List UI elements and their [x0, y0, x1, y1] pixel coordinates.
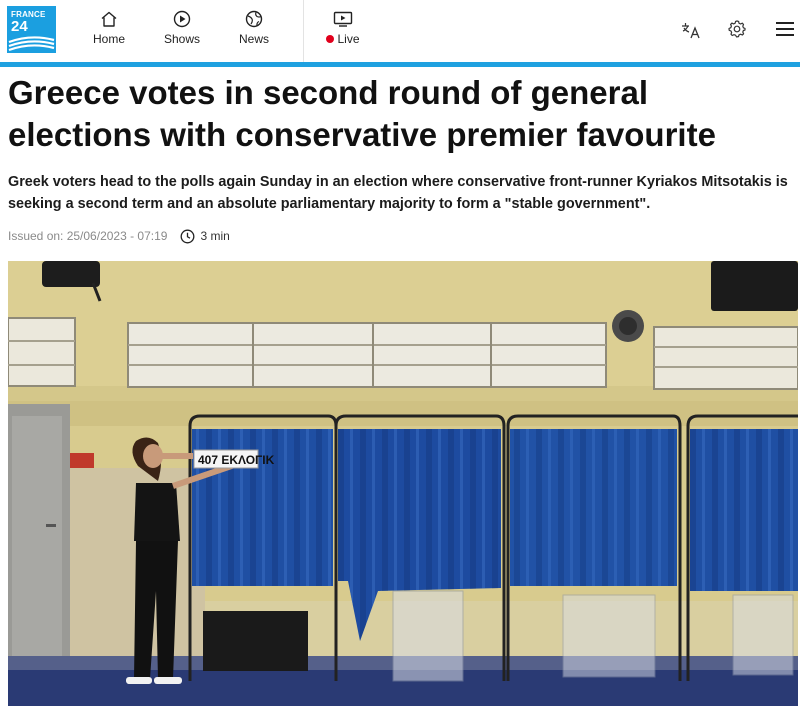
accent-rule: [0, 62, 800, 67]
article-hero-photo: 407 ΕΚΛΟΓΙΚ: [8, 261, 798, 706]
hamburger-menu-icon[interactable]: [776, 21, 794, 37]
nav-shows-label: Shows: [163, 32, 201, 46]
home-icon: [101, 11, 117, 27]
nav-live[interactable]: Live: [326, 10, 360, 50]
nav-live-label: Live: [326, 32, 360, 46]
ballot-boxes: [392, 590, 794, 682]
play-circle-icon: [173, 10, 191, 28]
read-time-value: 3 min: [200, 229, 230, 243]
nav-shows[interactable]: Shows: [163, 10, 201, 50]
nav-news-label: News: [238, 32, 269, 46]
france24-logo[interactable]: FRANCE 24: [7, 6, 56, 53]
nav-news[interactable]: News: [238, 10, 270, 50]
article-standfirst: Greek voters head to the polls again Sun…: [8, 174, 788, 212]
nav-home-label: Home: [92, 32, 125, 46]
top-navigation: FRANCE 24 Home Shows News Live: [0, 0, 800, 62]
nav-divider: [303, 0, 304, 62]
issued-date: Issued on: 25/06/2023 - 07:19: [8, 229, 168, 243]
live-indicator-dot: [326, 35, 335, 43]
settings-gear-icon[interactable]: [727, 19, 747, 39]
globe-icon: [245, 10, 263, 28]
booth-curtains: [192, 429, 798, 641]
article-headline: Greece votes in second round of general …: [8, 74, 716, 153]
tv-icon: [333, 11, 353, 27]
speaker: [711, 261, 798, 311]
clock-icon: [181, 229, 195, 243]
language-icon[interactable]: [680, 19, 702, 41]
booth-number-sign: 407 ΕΚΛΟΓΙΚ: [193, 449, 275, 469]
polling-station-illustration: 407 ΕΚΛΟΓΙΚ: [8, 261, 798, 706]
nav-home[interactable]: Home: [92, 10, 126, 50]
article-meta: Issued on: 25/06/2023 - 07:19 3 min: [8, 227, 230, 245]
logo-swoosh: [8, 36, 55, 52]
read-time: 3 min: [180, 229, 230, 244]
live-text: Live: [337, 32, 360, 46]
equipment-case: [203, 611, 308, 671]
booth-sign-text: 407 ΕΚΛΟΓΙΚ: [198, 453, 275, 467]
